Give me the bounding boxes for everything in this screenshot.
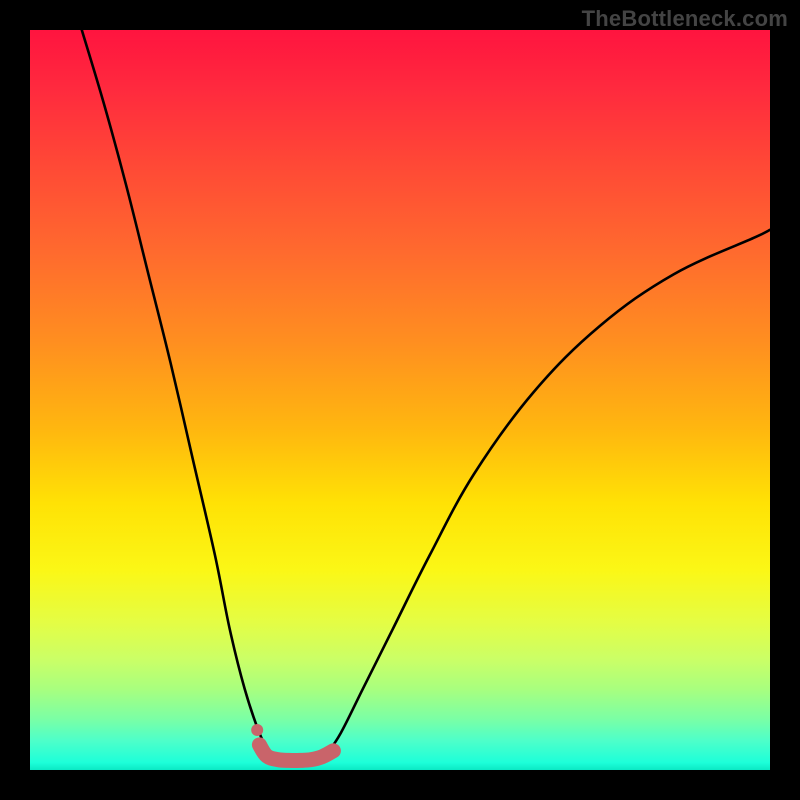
curve-layer — [30, 30, 770, 770]
valley-marker-dot — [251, 724, 263, 736]
curve-left-arm — [82, 30, 271, 755]
curve-right-arm — [326, 230, 770, 755]
watermark-text: TheBottleneck.com — [582, 6, 788, 32]
chart-frame: TheBottleneck.com — [0, 0, 800, 800]
plot-area — [30, 30, 770, 770]
valley-marker-path — [259, 745, 333, 761]
